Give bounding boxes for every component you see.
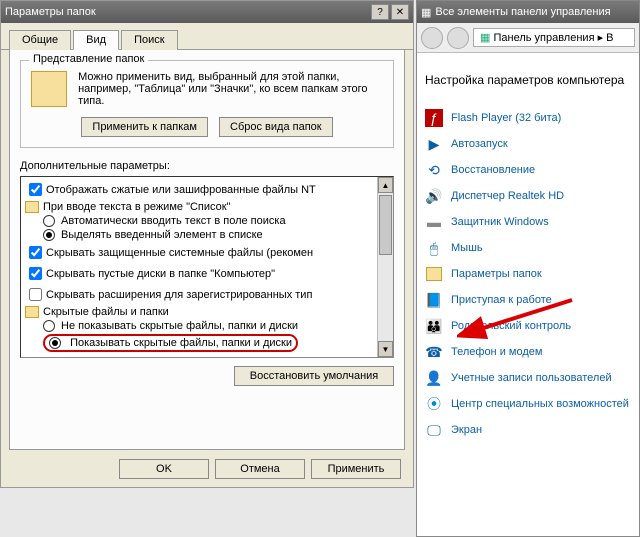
display-icon: 🖵 (425, 421, 443, 439)
cp-item-getting-started[interactable]: 📘Приступая к работе (425, 287, 631, 313)
control-panel-icon: ▦ (480, 32, 490, 44)
recovery-icon: ⟲ (425, 161, 443, 179)
folder-view-group: Представление папок Можно применить вид,… (20, 60, 394, 148)
checkbox[interactable] (29, 246, 42, 259)
cp-heading: Настройка параметров компьютера (425, 73, 631, 87)
restore-defaults-button[interactable]: Восстановить умолчания (234, 366, 394, 386)
reset-folders-button[interactable]: Сброс вида папок (219, 117, 333, 137)
apply-button[interactable]: Применить (311, 459, 401, 479)
list-item[interactable]: Не показывать скрытые файлы, папки и дис… (25, 319, 389, 333)
tab-search[interactable]: Поиск (121, 30, 177, 50)
list-item-highlighted[interactable]: Показывать скрытые файлы, папки и диски (25, 333, 389, 353)
folder-icon (425, 265, 443, 283)
control-panel-window: ▦ Все элементы панели управления ▦ Панел… (416, 0, 640, 537)
forward-button[interactable] (447, 27, 469, 49)
close-button[interactable]: ✕ (391, 4, 409, 20)
autoplay-icon: ▶ (425, 135, 443, 153)
cp-item-accessibility[interactable]: ⦿Центр специальных возможностей (425, 391, 631, 417)
control-panel-icon: ▦ (421, 6, 431, 19)
tab-strip: Общие Вид Поиск (1, 23, 413, 50)
parental-icon: 👪 (425, 317, 443, 335)
list-item[interactable]: Скрывать пустые диски в папке "Компьютер… (25, 263, 389, 284)
titlebar[interactable]: Параметры папок ? ✕ (1, 1, 413, 23)
breadcrumb[interactable]: ▦ Панель управления ▸ В (473, 28, 635, 47)
shield-icon: ▬ (425, 213, 443, 231)
folder-options-dialog: Параметры папок ? ✕ Общие Вид Поиск Пред… (0, 0, 414, 488)
apply-to-folders-button[interactable]: Применить к папкам (81, 117, 208, 137)
checkbox[interactable] (29, 288, 42, 301)
cp-title: Все элементы панели управления (435, 6, 610, 18)
cp-item-users[interactable]: 👤Учетные записи пользователей (425, 365, 631, 391)
radio[interactable] (43, 320, 55, 332)
scroll-down-icon[interactable]: ▼ (378, 341, 393, 357)
cp-item-phone[interactable]: ☎Телефон и модем (425, 339, 631, 365)
help-button[interactable]: ? (371, 4, 389, 20)
radio[interactable] (43, 215, 55, 227)
toolbar: ▦ Панель управления ▸ В (417, 23, 639, 53)
dialog-title: Параметры папок (5, 6, 371, 18)
list-item[interactable]: Автоматически вводить текст в поле поиск… (25, 214, 389, 228)
sound-icon: 🔊 (425, 187, 443, 205)
folder-icon (31, 71, 67, 107)
group-description: Можно применить вид, выбранный для этой … (78, 71, 368, 107)
mouse-icon: 🖱 (425, 239, 443, 257)
cp-item-flash[interactable]: ƒFlash Player (32 бита) (425, 105, 631, 131)
group-title: Представление папок (29, 53, 148, 65)
list-item[interactable]: Скрывать защищенные системные файлы (рек… (25, 242, 389, 263)
cp-item-realtek[interactable]: 🔊Диспетчер Realtek HD (425, 183, 631, 209)
radio[interactable] (43, 229, 55, 241)
users-icon: 👤 (425, 369, 443, 387)
flash-icon: ƒ (425, 109, 443, 127)
ok-button[interactable]: OK (119, 459, 209, 479)
folder-icon (25, 201, 39, 213)
advanced-label: Дополнительные параметры: (20, 160, 394, 172)
checkbox[interactable] (29, 267, 42, 280)
cp-item-defender[interactable]: ▬Защитник Windows (425, 209, 631, 235)
radio[interactable] (49, 337, 61, 349)
list-item[interactable]: Скрытые файлы и папки (25, 305, 389, 319)
scrollbar[interactable]: ▲ ▼ (377, 177, 393, 357)
tab-panel-view: Представление папок Можно применить вид,… (9, 50, 405, 450)
list-item[interactable]: Выделять введенный элемент в списке (25, 228, 389, 242)
folder-icon (25, 306, 39, 318)
cp-item-mouse[interactable]: 🖱Мышь (425, 235, 631, 261)
list-item[interactable]: Отображать сжатые или зашифрованные файл… (25, 179, 389, 200)
tab-general[interactable]: Общие (9, 30, 71, 50)
list-item[interactable]: При вводе текста в режиме "Список" (25, 200, 389, 214)
cp-body: Настройка параметров компьютера ƒFlash P… (417, 53, 639, 453)
cp-item-parental[interactable]: 👪Родительский контроль (425, 313, 631, 339)
phone-icon: ☎ (425, 343, 443, 361)
cp-item-recovery[interactable]: ⟲Восстановление (425, 157, 631, 183)
getting-started-icon: 📘 (425, 291, 443, 309)
advanced-settings-list[interactable]: Отображать сжатые или зашифрованные файл… (20, 176, 394, 358)
cancel-button[interactable]: Отмена (215, 459, 305, 479)
tab-view[interactable]: Вид (73, 30, 119, 50)
cp-item-autoplay[interactable]: ▶Автозапуск (425, 131, 631, 157)
scroll-up-icon[interactable]: ▲ (378, 177, 393, 193)
cp-item-folders[interactable]: Параметры папок (425, 261, 631, 287)
checkbox[interactable] (29, 183, 42, 196)
scroll-thumb[interactable] (379, 195, 392, 255)
cp-titlebar[interactable]: ▦ Все элементы панели управления (417, 1, 639, 23)
cp-item-display[interactable]: 🖵Экран (425, 417, 631, 443)
accessibility-icon: ⦿ (425, 395, 443, 413)
list-item[interactable]: Скрывать расширения для зарегистрированн… (25, 284, 389, 305)
back-button[interactable] (421, 27, 443, 49)
